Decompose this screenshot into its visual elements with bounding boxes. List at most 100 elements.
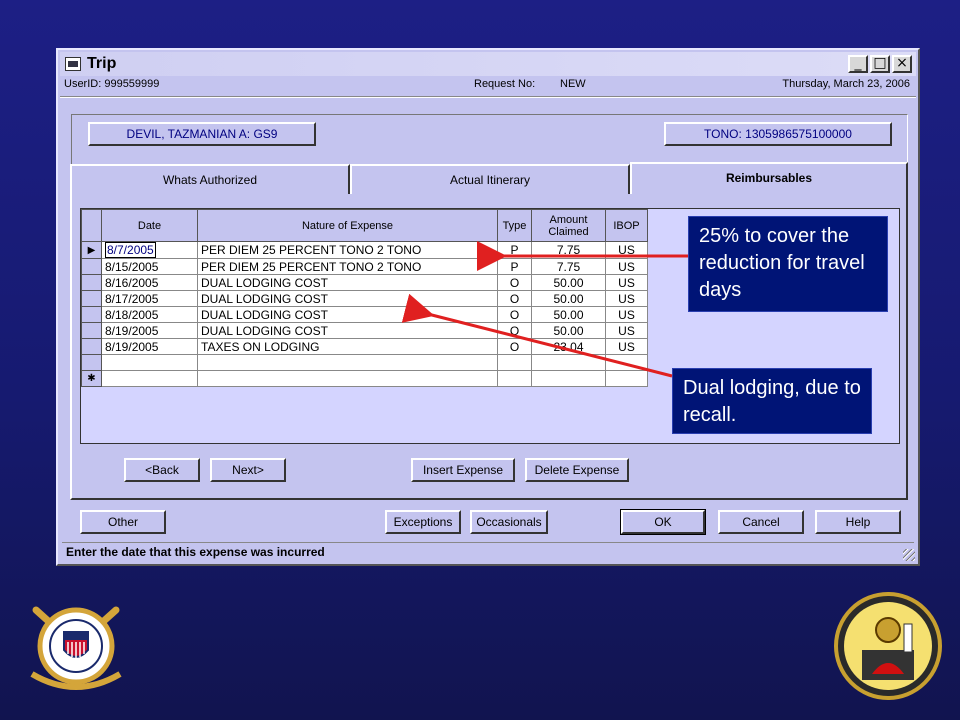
row-selector[interactable] [81,338,102,355]
other-button[interactable]: Other [80,510,166,534]
back-button[interactable]: <Back [124,458,200,482]
window-controls: _ □ × [848,55,912,73]
nature-cell[interactable]: PER DIEM 25 PERCENT TONO 2 TONO [197,258,498,275]
nature-cell[interactable]: DUAL LODGING COST [197,306,498,323]
divider [60,96,916,98]
column-header-nature[interactable]: Nature of Expense [197,209,498,242]
date-edit-field[interactable]: 8/7/2005 [105,242,156,258]
ibop-cell[interactable]: US [605,338,648,355]
expense-table: Date Nature of Expense Type Amount Claim… [81,209,648,387]
table-row[interactable]: 8/17/2005 DUAL LODGING COST O 50.00 US [81,290,648,307]
annotation-per-diem: 25% to cover the reduction for travel da… [688,216,888,312]
ibop-cell[interactable] [605,370,648,387]
amount-cell[interactable]: 7.75 [531,241,606,259]
nature-cell[interactable]: DUAL LODGING COST [197,290,498,307]
date-cell[interactable] [101,354,198,371]
amount-cell[interactable]: 50.00 [531,322,606,339]
occasionals-button[interactable]: Occasionals [470,510,548,534]
amount-cell[interactable]: 50.00 [531,274,606,291]
help-button[interactable]: Help [815,510,901,534]
new-row-indicator[interactable]: ✱ [81,370,102,387]
nature-cell[interactable] [197,370,498,387]
table-row[interactable]: ▶ 8/7/2005 PER DIEM 25 PERCENT TONO 2 TO… [81,241,648,259]
window-app-icon [65,57,81,71]
table-row[interactable]: 8/15/2005 PER DIEM 25 PERCENT TONO 2 TON… [81,258,648,275]
amount-cell[interactable]: 7.75 [531,258,606,275]
date-cell[interactable]: 8/15/2005 [101,258,198,275]
type-cell[interactable]: O [497,290,532,307]
column-header-date[interactable]: Date [101,209,198,242]
row-selector[interactable] [81,274,102,291]
member-button[interactable]: DEVIL, TAZMANIAN A: GS9 [88,122,316,146]
resize-grip-icon[interactable] [903,549,915,561]
ibop-cell[interactable] [605,354,648,371]
table-row[interactable]: 8/19/2005 DUAL LODGING COST O 50.00 US [81,322,648,339]
ok-button[interactable]: OK [620,509,706,535]
amount-cell[interactable] [531,354,606,371]
type-cell[interactable]: P [497,241,532,259]
user-id: UserID: 999559999 [64,78,160,90]
tab-reimbursables[interactable]: Reimbursables [630,162,908,194]
amount-cell[interactable]: 23.04 [531,338,606,355]
tab-strip: Whats Authorized Actual Itinerary Reimbu… [70,162,908,194]
column-header-ibop[interactable]: IBOP [605,209,648,242]
tab-whats-authorized[interactable]: Whats Authorized [70,164,350,194]
nature-cell[interactable]: PER DIEM 25 PERCENT TONO 2 TONO [197,241,498,259]
exceptions-button[interactable]: Exceptions [385,510,461,534]
table-row[interactable]: 8/18/2005 DUAL LODGING COST O 50.00 US [81,306,648,323]
nature-cell[interactable]: TAXES ON LODGING [197,338,498,355]
ibop-cell[interactable]: US [605,241,648,259]
nature-cell[interactable]: DUAL LODGING COST [197,274,498,291]
type-cell[interactable]: P [497,258,532,275]
next-button[interactable]: Next> [210,458,286,482]
minimize-button[interactable]: _ [848,55,868,73]
current-row-indicator[interactable]: ▶ [81,241,102,259]
cancel-button[interactable]: Cancel [718,510,804,534]
type-cell[interactable]: O [497,306,532,323]
maximize-button[interactable]: □ [870,55,890,73]
close-button[interactable]: × [892,55,912,73]
date-cell[interactable] [101,370,198,387]
type-cell[interactable]: O [497,338,532,355]
table-row-new[interactable]: ✱ [81,370,648,387]
table-row[interactable]: 8/19/2005 TAXES ON LODGING O 23.04 US [81,338,648,355]
date-cell[interactable]: 8/7/2005 [101,241,198,259]
tono-button[interactable]: TONO: 1305986575100000 [664,122,892,146]
amount-cell[interactable]: 50.00 [531,290,606,307]
row-selector[interactable] [81,322,102,339]
date-cell[interactable]: 8/19/2005 [101,322,198,339]
tab-actual-itinerary[interactable]: Actual Itinerary [350,164,630,194]
ibop-cell[interactable]: US [605,290,648,307]
row-selector[interactable] [81,290,102,307]
amount-cell[interactable]: 50.00 [531,306,606,323]
insert-expense-button[interactable]: Insert Expense [411,458,515,482]
nature-cell[interactable]: DUAL LODGING COST [197,322,498,339]
type-cell[interactable] [497,370,532,387]
type-cell[interactable]: O [497,322,532,339]
row-selector[interactable] [81,306,102,323]
row-selector[interactable] [81,354,102,371]
ibop-cell[interactable]: US [605,322,648,339]
date-cell[interactable]: 8/16/2005 [101,274,198,291]
ibop-cell[interactable]: US [605,306,648,323]
type-cell[interactable]: O [497,274,532,291]
delete-expense-button[interactable]: Delete Expense [525,458,629,482]
column-header-amount[interactable]: Amount Claimed [531,209,606,242]
date-cell[interactable]: 8/18/2005 [101,306,198,323]
nature-cell[interactable] [197,354,498,371]
type-cell[interactable] [497,354,532,371]
ibop-cell[interactable]: US [605,258,648,275]
table-row[interactable]: 8/16/2005 DUAL LODGING COST O 50.00 US [81,274,648,291]
request-value: NEW [560,78,586,90]
window-title: Trip [87,55,117,72]
date-cell[interactable]: 8/19/2005 [101,338,198,355]
table-row-empty[interactable] [81,354,648,371]
column-header-type[interactable]: Type [497,209,532,242]
current-date: Thursday, March 23, 2006 [782,78,910,90]
request-label: Request No: [474,78,536,90]
ibop-cell[interactable]: US [605,274,648,291]
amount-cell[interactable] [531,370,606,387]
date-cell[interactable]: 8/17/2005 [101,290,198,307]
info-bar: UserID: 999559999 Request No: NEW Thursd… [62,78,910,94]
row-selector[interactable] [81,258,102,275]
